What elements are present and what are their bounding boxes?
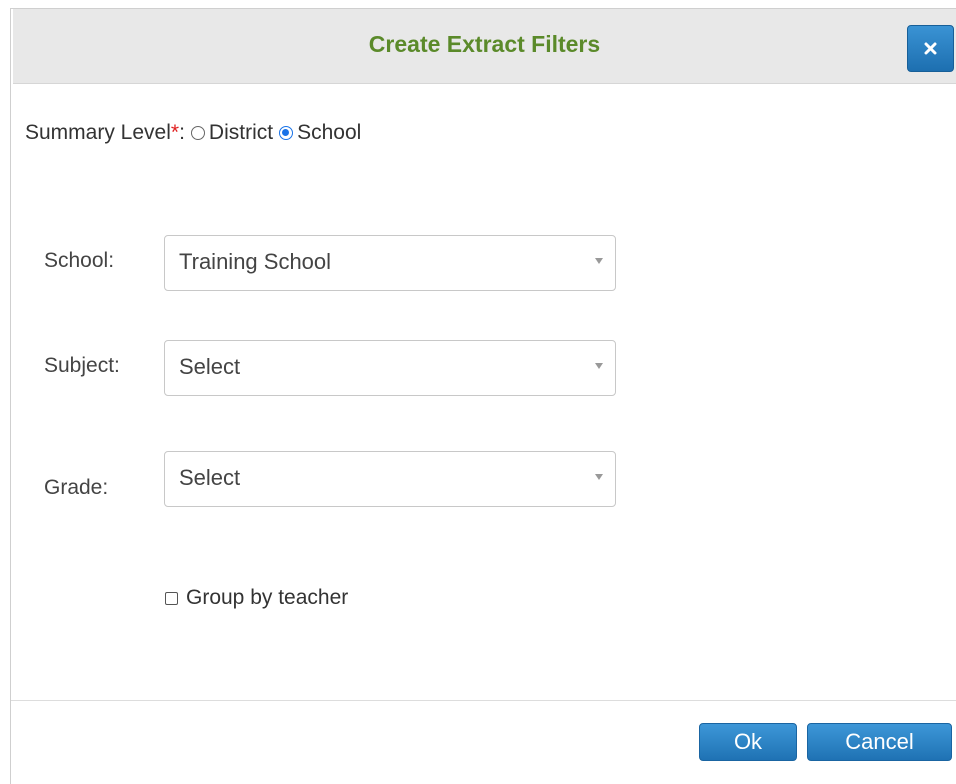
radio-district[interactable] (190, 126, 205, 140)
close-icon (924, 42, 937, 55)
school-label: School: (44, 249, 115, 272)
radio-school[interactable] (279, 126, 294, 140)
chevron-down-icon (595, 363, 603, 369)
group-by-teacher-label[interactable]: Group by teacher (186, 586, 348, 610)
cancel-button[interactable]: Cancel (807, 723, 952, 761)
summary-level-label: Summary Level (25, 121, 171, 144)
grade-label: Grade: (44, 476, 109, 499)
close-button[interactable] (907, 25, 954, 72)
group-by-teacher-checkbox[interactable] (165, 591, 178, 605)
group-by-teacher-row: Group by teacher (165, 586, 348, 610)
ok-button[interactable]: Ok (699, 723, 797, 761)
subject-select-value: Select (179, 354, 241, 379)
subject-label: Subject: (44, 354, 120, 377)
required-asterisk: * (170, 121, 180, 144)
school-select-value: Training School (179, 249, 332, 274)
subject-select[interactable]: Select (164, 340, 616, 396)
radio-district-label[interactable]: District (209, 121, 273, 145)
chevron-down-icon (595, 474, 603, 480)
chevron-down-icon (595, 258, 603, 264)
grade-select-value: Select (179, 465, 241, 490)
summary-level-row: Summary Level *: District School (25, 121, 361, 145)
summary-level-colon: : (179, 121, 185, 144)
school-select[interactable]: Training School (164, 235, 616, 291)
footer-divider (11, 700, 956, 701)
create-extract-filters-dialog: Create Extract Filters Summary Level *: D… (10, 8, 956, 784)
radio-school-label[interactable]: School (297, 121, 361, 145)
grade-select[interactable]: Select (164, 451, 616, 507)
dialog-titlebar: Create Extract Filters (13, 9, 956, 84)
dialog-title: Create Extract Filters (368, 31, 601, 57)
